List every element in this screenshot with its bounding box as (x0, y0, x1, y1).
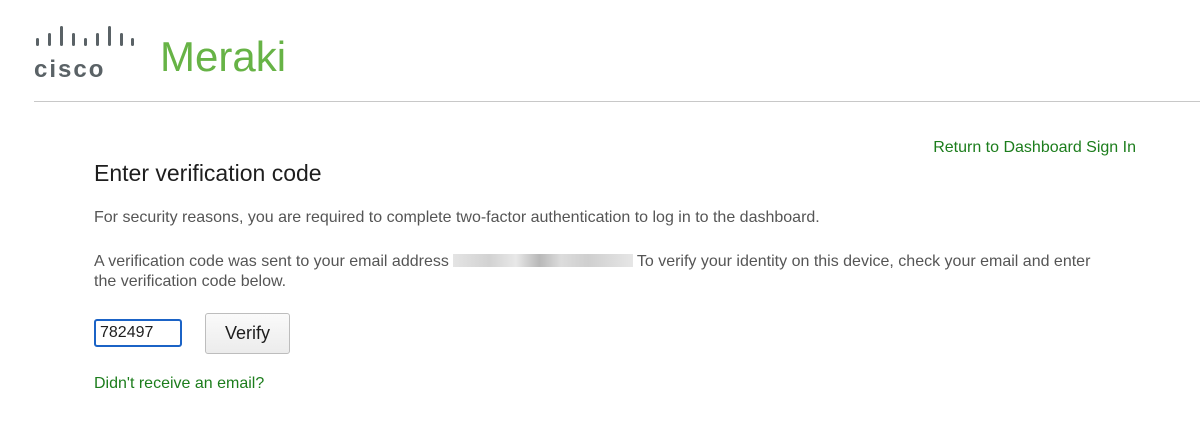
security-notice: For security reasons, you are required t… (94, 209, 820, 226)
return-to-sign-in-link[interactable]: Return to Dashboard Sign In (933, 139, 1136, 157)
page-title: Enter verification code (94, 160, 322, 186)
verify-button[interactable]: Verify (205, 313, 290, 354)
verification-sent-notice: A verification code was sent to your ema… (94, 252, 1104, 292)
redacted-email (452, 254, 633, 267)
verification-sent-text: A verification code was sent to your ema… (94, 253, 449, 270)
header: cisco Meraki (0, 0, 1200, 102)
resend-email-link[interactable]: Didn't receive an email? (94, 375, 264, 393)
verification-code-input[interactable] (94, 319, 182, 347)
cisco-wordmark: cisco (34, 56, 106, 83)
product-name: Meraki (160, 33, 287, 80)
cisco-bars-icon (36, 26, 134, 46)
header-divider (34, 101, 1200, 102)
cisco-logo: cisco (34, 26, 134, 83)
